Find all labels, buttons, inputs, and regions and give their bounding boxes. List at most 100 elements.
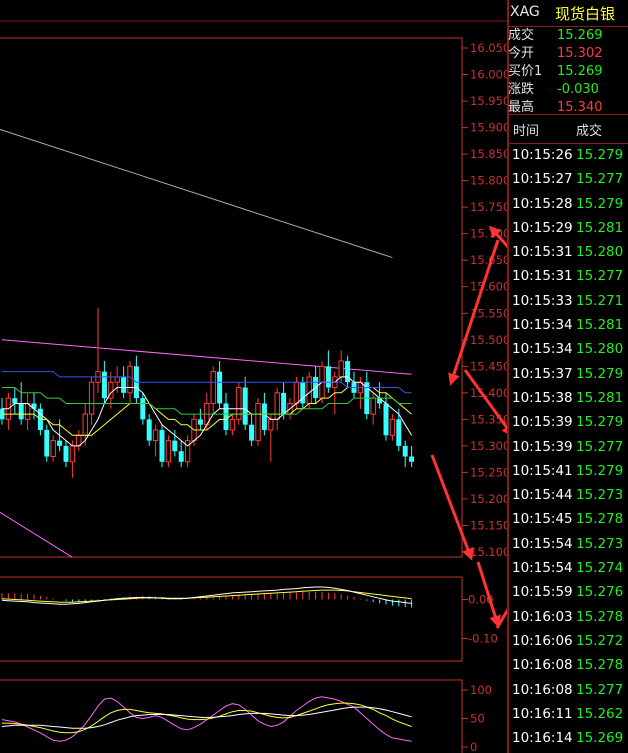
candle-body (268, 418, 274, 431)
quote-label: 买价1 (508, 64, 543, 79)
tick-row[interactable]: 10:15:45 15.278 (507, 507, 628, 531)
tick-time: 10:15:39 (512, 438, 573, 455)
tick-row[interactable]: 10:16:08 15.278 (507, 653, 628, 677)
candle-body (396, 419, 402, 446)
price-tick-label: 15.800 (470, 174, 507, 188)
tick-price: 15.278 (576, 608, 624, 625)
quote-value: 15.302 (557, 46, 603, 61)
tick-price: 15.277 (576, 268, 624, 285)
kdj-tick-label: 100 (470, 683, 492, 697)
tick-time: 10:15:54 (512, 535, 573, 552)
tick-row[interactable]: 10:15:39 15.277 (507, 435, 628, 459)
tick-price: 15.278 (576, 657, 624, 674)
moving-average-line (2, 371, 412, 394)
kdj-panel: 100 50 0 (1, 683, 492, 753)
tick-time: 10:15:28 (512, 195, 573, 212)
macd-line (1, 586, 412, 605)
quote-value: 15.269 (557, 64, 603, 79)
tick-price: 15.280 (576, 341, 624, 358)
candle-body (197, 419, 203, 425)
tick-row[interactable]: 10:15:44 15.273 (507, 483, 628, 507)
price-tick-label: 15.150 (470, 518, 507, 532)
tick-price: 15.280 (576, 244, 624, 261)
tick-row[interactable]: 10:15:26 15.279 (507, 143, 628, 167)
tick-row[interactable]: 10:16:14 15.269 (507, 726, 628, 750)
quote-label: 今开 (508, 46, 535, 61)
tick-row[interactable]: 10:15:31 15.280 (507, 240, 628, 264)
instrument-name: 现货白银 (555, 5, 616, 23)
tick-time: 10:16:03 (512, 608, 573, 625)
candle-body (281, 392, 287, 415)
symbol-code: XAG (510, 4, 540, 20)
tick-price: 15.281 (576, 219, 624, 236)
kdj-tick-label: 0 (470, 740, 477, 753)
kdj-line (1, 706, 412, 729)
price-tick-label: 15.950 (470, 94, 507, 108)
candle-body (165, 440, 172, 463)
annotation-arrow (430, 454, 474, 561)
candle-body (63, 445, 69, 462)
trend-line (0, 128, 393, 259)
tick-price: 15.279 (576, 147, 624, 163)
candle-body (159, 429, 165, 462)
macd-panel-frame (0, 576, 463, 662)
tick-row[interactable]: 10:15:33 15.271 (507, 289, 628, 313)
tick-row[interactable]: 10:15:34 15.281 (507, 313, 628, 337)
tick-price: 15.271 (576, 292, 624, 309)
price-tick-label: 15.250 (470, 465, 507, 479)
macd-panel: 0.00-0.10 (1, 586, 498, 646)
tick-row[interactable]: 10:15:37 15.279 (507, 362, 628, 386)
price-tick-label: 15.100 (470, 545, 507, 559)
candle-body (306, 376, 312, 404)
price-tick-label: 15.900 (470, 121, 507, 135)
tick-row[interactable]: 10:15:28 15.279 (507, 192, 628, 216)
tick-price: 15.277 (576, 681, 624, 698)
tick-time: 10:15:33 (512, 292, 573, 309)
tick-price: 15.276 (576, 584, 624, 601)
tick-row[interactable]: 10:15:29 15.281 (507, 216, 628, 240)
tick-row[interactable]: 10:16:06 15.272 (507, 629, 628, 653)
tick-time: 10:16:11 (512, 705, 573, 722)
tick-time: 10:15:37 (512, 365, 573, 382)
tick-time: 10:15:34 (512, 317, 573, 334)
tick-time: 10:15:31 (512, 268, 573, 285)
tick-row[interactable]: 10:15:38 15.281 (507, 386, 628, 410)
tick-row[interactable]: 10:15:54 15.274 (507, 556, 628, 580)
tick-row[interactable]: 10:16:03 15.278 (507, 605, 628, 629)
candle-body (210, 371, 216, 404)
price-tick-label: 15.750 (470, 200, 507, 214)
tick-row[interactable]: 10:16:11 15.262 (507, 702, 628, 726)
tick-price: 15.262 (576, 705, 624, 722)
candle-body (217, 371, 223, 404)
candle-body (255, 402, 261, 442)
quote-panel: XAG 现货白银 成交 15.269 今开 15.302 买价1 15.269 涨跌 -0.0… (507, 0, 628, 753)
candle-body (24, 402, 31, 420)
tick-row[interactable]: 10:15:27 15.277 (507, 167, 628, 191)
quote-value: 15.269 (557, 28, 603, 43)
candle-body (293, 381, 300, 404)
candle-body (223, 403, 229, 430)
tick-time: 10:15:34 (512, 341, 573, 358)
candle-body (146, 419, 152, 441)
tick-row[interactable]: 10:15:54 15.273 (507, 532, 628, 556)
tick-time: 10:15:39 (512, 414, 573, 431)
candle-body (409, 456, 415, 462)
tick-row[interactable]: 10:16:08 15.277 (507, 678, 628, 702)
candle-body (300, 382, 306, 404)
candle-body (178, 451, 184, 462)
trade-ticks-list[interactable]: 10:15:26 15.279 10:15:27 15.277 10:15:28 15.2… (507, 143, 628, 750)
quote-summary: 成交 15.269 今开 15.302 买价1 15.269 涨跌 -0.030 最高 15.34… (507, 27, 628, 117)
tick-row[interactable]: 10:15:34 15.280 (507, 337, 628, 361)
chart-area[interactable]: 16.050 16.000 15.950 15.900 15.850 15.800 15.7… (0, 0, 507, 753)
candle-body (50, 440, 56, 458)
tick-row[interactable]: 10:15:39 15.279 (507, 410, 628, 434)
tick-time: 10:15:45 (512, 511, 573, 528)
tick-row[interactable]: 10:15:59 15.276 (507, 580, 628, 604)
tick-row[interactable]: 10:15:41 15.279 (507, 459, 628, 483)
tick-time: 10:15:54 (512, 560, 573, 577)
tick-price: 15.273 (576, 487, 624, 504)
tick-time: 10:16:06 (512, 632, 573, 649)
tick-price: 15.279 (576, 462, 624, 479)
tick-row[interactable]: 10:15:31 15.277 (507, 264, 628, 288)
macd-tick-label: -0.10 (468, 632, 498, 646)
